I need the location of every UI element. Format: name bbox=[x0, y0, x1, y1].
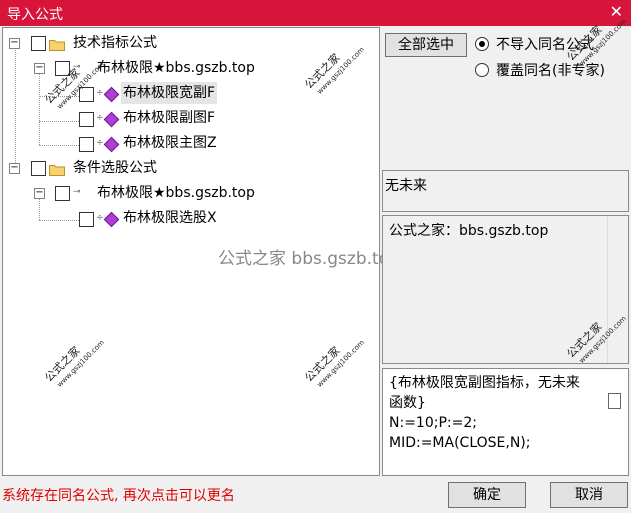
tree-node-label: 布林极限主图Z bbox=[123, 135, 217, 151]
author-text: 无未来 bbox=[385, 178, 427, 194]
ok-button[interactable]: 确定 bbox=[448, 482, 526, 508]
title-bar: 导入公式 ✕ bbox=[0, 0, 631, 26]
tree-node-sub-formula[interactable]: ÷ 布林极限宽副F bbox=[3, 82, 373, 104]
checkbox[interactable] bbox=[31, 161, 46, 176]
tree-node-formula[interactable]: − ⊸ 布林极限★bbs.gszb.top bbox=[3, 182, 373, 204]
formula-icon bbox=[103, 211, 120, 228]
link-icon: ÷ bbox=[96, 113, 104, 123]
link-icon: ÷ bbox=[96, 88, 104, 98]
checkbox[interactable] bbox=[31, 36, 46, 51]
watermark-title: 公式之家 bbox=[302, 344, 343, 385]
watermark-title: 公式之家 bbox=[42, 344, 83, 385]
collapse-icon[interactable]: − bbox=[9, 163, 20, 174]
close-icon[interactable]: ✕ bbox=[610, 2, 623, 21]
checkbox[interactable] bbox=[608, 393, 621, 409]
checkbox[interactable] bbox=[79, 212, 94, 227]
radio-label: 覆盖同名(非专家) bbox=[496, 63, 605, 79]
checkbox[interactable] bbox=[55, 186, 70, 201]
tree-node-sub-formula[interactable]: ÷ 布林极限选股X bbox=[3, 207, 373, 229]
tree-node-sub-formula[interactable]: ÷ 布林极限主图Z bbox=[3, 132, 373, 154]
watermark-stamp: 公式之家 www.gszj100.com bbox=[42, 329, 107, 393]
checkbox[interactable] bbox=[79, 87, 94, 102]
window-title: 导入公式 bbox=[7, 7, 63, 23]
tree-node-formula[interactable]: − ⊸ 布林极限★bbs.gszb.top bbox=[3, 57, 373, 79]
key-icon: ⊸ bbox=[73, 62, 81, 72]
tree-node-label: 条件选股公式 bbox=[73, 160, 157, 176]
formula-icon bbox=[103, 86, 120, 103]
key-icon: ⊸ bbox=[73, 187, 81, 197]
code-panel: {布林极限宽副图指标，无未来 函数} N:=10;P:=2; MID:=MA(C… bbox=[382, 368, 629, 476]
code-line: N:=10;P:=2; bbox=[389, 415, 477, 431]
tree-node-label: 布林极限选股X bbox=[123, 210, 217, 226]
tree-node-screener-group[interactable]: − 条件选股公式 bbox=[3, 157, 373, 179]
folder-icon bbox=[49, 36, 65, 51]
tree-node-label: 布林极限★bbs.gszb.top bbox=[97, 185, 255, 201]
scrollbar[interactable] bbox=[607, 216, 628, 363]
collapse-icon[interactable]: − bbox=[34, 63, 45, 74]
tree-node-label: 技术指标公式 bbox=[73, 35, 157, 51]
tree-node-sub-formula[interactable]: ÷ 布林极限副图F bbox=[3, 107, 373, 129]
description-panel: 公式之家：bbs.gszb.top bbox=[382, 215, 629, 364]
tree-node-label: 布林极限宽副F bbox=[121, 82, 218, 104]
status-message: 系统存在同名公式, 再次点击可以更名 bbox=[2, 488, 235, 504]
tree-node-label: 布林极限★bbs.gszb.top bbox=[97, 60, 255, 76]
link-icon: ÷ bbox=[96, 138, 104, 148]
collapse-icon[interactable]: − bbox=[34, 188, 45, 199]
collapse-icon[interactable]: − bbox=[9, 38, 20, 49]
formula-icon bbox=[103, 136, 120, 153]
folder-icon bbox=[49, 161, 65, 176]
tree-node-indicator-group[interactable]: − 技术指标公式 bbox=[3, 32, 373, 54]
formula-icon bbox=[103, 111, 120, 128]
tree-node-label: 布林极限副图F bbox=[123, 110, 216, 126]
watermark-url: www.gszj100.com bbox=[55, 338, 106, 389]
author-panel: 无未来 bbox=[382, 170, 629, 212]
cancel-button[interactable]: 取消 bbox=[550, 482, 628, 508]
radio-button[interactable] bbox=[475, 37, 489, 51]
watermark-center: 公式之家 bbs.gszb.top bbox=[218, 249, 400, 269]
select-all-button[interactable]: 全部选中 bbox=[385, 33, 467, 57]
watermark-url: www.gszj100.com bbox=[315, 338, 366, 389]
description-text: 公式之家：bbs.gszb.top bbox=[389, 223, 549, 239]
code-line: 函数} bbox=[389, 395, 426, 411]
code-line: {布林极限宽副图指标，无未来 bbox=[389, 375, 580, 391]
checkbox[interactable] bbox=[55, 61, 70, 76]
code-line: MID:=MA(CLOSE,N); bbox=[389, 435, 531, 451]
checkbox[interactable] bbox=[79, 137, 94, 152]
radio-label: 不导入同名公式 bbox=[496, 37, 594, 53]
watermark-stamp: 公式之家 www.gszj100.com bbox=[302, 329, 367, 393]
checkbox[interactable] bbox=[79, 112, 94, 127]
link-icon: ÷ bbox=[96, 213, 104, 223]
radio-button[interactable] bbox=[475, 63, 489, 77]
